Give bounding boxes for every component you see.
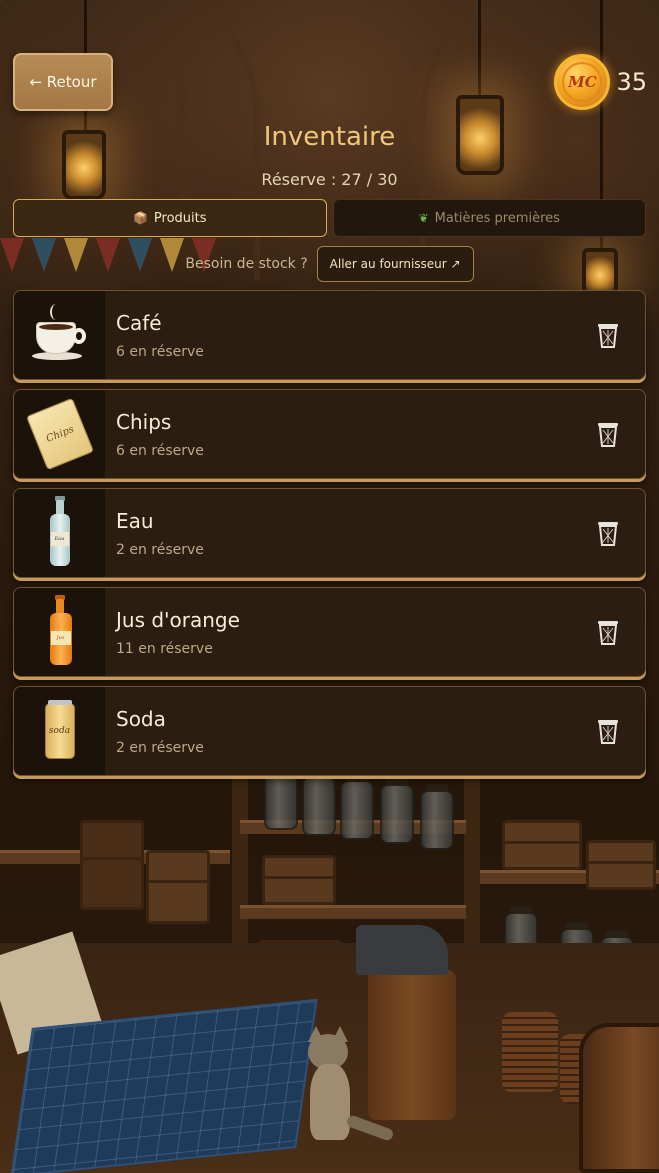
coin-count: 35	[616, 68, 647, 96]
list-item[interactable]: Chips Chips 6 en réserve	[13, 389, 646, 479]
list-item[interactable]: Jus Jus d'orange 11 en réserve	[13, 587, 646, 677]
box-icon: 📦	[132, 211, 148, 225]
reserve-capacity: Réserve : 27 / 30	[261, 170, 398, 189]
coffee-cup-icon	[31, 304, 86, 362]
inventory-list: Café 6 en réserve Chips Chips 6 en réser…	[13, 290, 646, 785]
item-thumbnail: Chips	[14, 390, 105, 478]
trash-icon[interactable]	[595, 321, 621, 349]
back-button[interactable]: ← Retour	[13, 53, 113, 111]
item-quantity: 11 en réserve	[116, 641, 213, 657]
tab-label: Matières premières	[434, 210, 560, 226]
item-quantity: 2 en réserve	[116, 542, 204, 558]
category-tabs: 📦 Produits ❦ Matières premières	[13, 199, 646, 237]
stock-question: Besoin de stock ?	[185, 256, 308, 272]
chips-bag-icon: Chips	[25, 397, 94, 471]
item-thumbnail: Jus	[14, 588, 105, 676]
item-name: Café	[116, 311, 162, 335]
water-bottle-icon: Eau	[49, 496, 70, 566]
item-thumbnail	[14, 291, 105, 379]
list-item[interactable]: soda Soda 2 en réserve	[13, 686, 646, 776]
item-name: Eau	[116, 509, 154, 533]
list-item[interactable]: Café 6 en réserve	[13, 290, 646, 380]
item-quantity: 6 en réserve	[116, 344, 204, 360]
leaf-icon: ❦	[418, 211, 429, 225]
item-name: Jus d'orange	[116, 608, 240, 632]
orange-juice-icon: Jus	[49, 595, 72, 665]
go-to-supplier-button[interactable]: Aller au fournisseur ↗	[316, 246, 474, 282]
item-quantity: 2 en réserve	[116, 740, 204, 756]
item-name: Chips	[116, 410, 172, 434]
item-thumbnail: Eau	[14, 489, 105, 577]
coin-balance: MC 35	[554, 54, 647, 110]
tab-matieres-premieres[interactable]: ❦ Matières premières	[332, 199, 646, 237]
trash-icon[interactable]	[595, 519, 621, 547]
trash-icon[interactable]	[595, 618, 621, 646]
item-quantity: 6 en réserve	[116, 443, 204, 459]
tab-label: Produits	[153, 210, 207, 226]
coin-symbol: MC	[562, 62, 603, 102]
soda-can-icon: soda	[44, 700, 75, 759]
tab-produits[interactable]: 📦 Produits	[13, 199, 327, 237]
trash-icon[interactable]	[595, 717, 621, 745]
stock-prompt: Besoin de stock ? Aller au fournisseur ↗	[0, 246, 659, 282]
trash-icon[interactable]	[595, 420, 621, 448]
item-name: Soda	[116, 707, 166, 731]
item-thumbnail: soda	[14, 687, 105, 775]
page-title: Inventaire	[263, 122, 396, 152]
coin-icon: MC	[554, 54, 611, 110]
list-item[interactable]: Eau Eau 2 en réserve	[13, 488, 646, 578]
